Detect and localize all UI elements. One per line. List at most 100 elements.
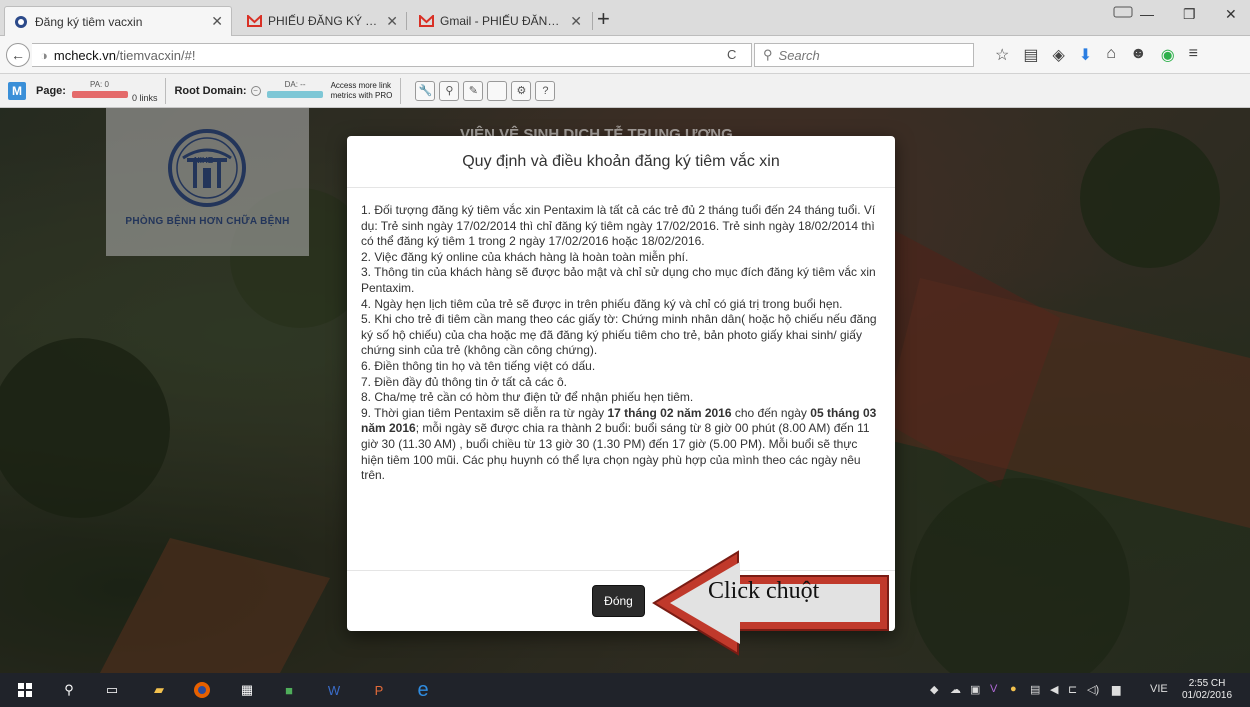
tray-volume-icon[interactable]: ◁) bbox=[1087, 683, 1099, 696]
file-explorer-icon[interactable]: ▰ bbox=[150, 681, 168, 699]
tab-divider bbox=[592, 12, 593, 30]
reading-list-icon[interactable]: ▤ bbox=[1023, 45, 1038, 65]
moz-promo-line2: metrics with PRO bbox=[330, 90, 393, 100]
root-domain-toggle[interactable]: – bbox=[250, 85, 261, 96]
moz-root-domain-label: Root Domain: bbox=[174, 84, 247, 97]
search-placeholder: Search bbox=[778, 47, 820, 63]
powerpoint-icon[interactable]: P bbox=[370, 681, 388, 699]
search-icon[interactable]: ⚲ bbox=[439, 80, 460, 101]
tab-overflow-icon[interactable] bbox=[1113, 4, 1133, 21]
dialog-body: 1. Đối tượng đăng ký tiêm vắc xin Pentax… bbox=[347, 188, 895, 484]
tab-divider bbox=[406, 12, 407, 30]
url-host: mcheck.vn bbox=[53, 47, 116, 63]
close-button[interactable]: Đóng bbox=[592, 585, 645, 617]
tray-network-icon[interactable]: ◆ bbox=[930, 683, 938, 696]
wrench-icon[interactable]: 🔧 bbox=[415, 80, 436, 101]
language-indicator[interactable]: VIE bbox=[1150, 683, 1168, 695]
highlight-icon[interactable] bbox=[487, 80, 508, 101]
calculator-icon[interactable]: ▦ bbox=[238, 681, 256, 699]
site-favicon-icon bbox=[13, 14, 29, 30]
app-icon[interactable]: ■ bbox=[280, 681, 298, 699]
new-tab-button[interactable]: + bbox=[597, 7, 610, 31]
annotation-label: Click chuột bbox=[708, 578, 820, 604]
tray-app-icon[interactable]: ▣ bbox=[970, 683, 980, 696]
divider bbox=[165, 77, 167, 104]
item9-text: ; mỗi ngày sẽ được chia ra thành 2 buổi:… bbox=[361, 421, 870, 483]
windows-start-icon[interactable] bbox=[16, 681, 34, 699]
terms-item: 4. Ngày hẹn lịch tiêm của trẻ sẽ được in… bbox=[361, 296, 843, 311]
tray-wifi-icon[interactable]: ⊏ bbox=[1068, 683, 1077, 696]
pocket-icon[interactable]: ◈ bbox=[1052, 45, 1064, 65]
clock[interactable]: 2:55 CH 01/02/2016 bbox=[1182, 678, 1232, 702]
search-icon: ⚲ bbox=[763, 47, 773, 62]
minimize-icon[interactable]: — bbox=[1140, 6, 1154, 22]
tab-label: PHIẾU ĐĂNG KÝ TIÊM VA... bbox=[268, 14, 378, 28]
tray-v-icon[interactable]: V bbox=[990, 683, 997, 695]
moz-promo-line1: Access more link bbox=[330, 80, 392, 90]
gmail-icon bbox=[246, 13, 262, 29]
tab-dang-ky-tiem-vacxin[interactable]: Đăng ký tiêm vacxin ✕ bbox=[4, 6, 232, 36]
close-tab-icon[interactable]: ✕ bbox=[570, 13, 582, 30]
chat-icon[interactable]: ☻ bbox=[1130, 45, 1147, 65]
terms-item: 1. Đối tượng đăng ký tiêm vắc xin Pentax… bbox=[361, 203, 876, 249]
pa-bar bbox=[71, 90, 128, 98]
url-bar[interactable]: ◑ mcheck.vn /tiemvacxin/#! bbox=[32, 43, 752, 67]
download-icon[interactable]: ⬇ bbox=[1079, 45, 1092, 65]
moz-tools: 🔧 ⚲ ✎ ⚙ ? bbox=[415, 80, 556, 101]
gmail-icon bbox=[418, 13, 434, 29]
dialog-header: Quy định và điều khoản đăng ký tiêm vắc … bbox=[347, 136, 895, 188]
item9-start-date: 17 tháng 02 năm 2016 bbox=[607, 405, 732, 420]
url-path: /tiemvacxin/#! bbox=[116, 47, 196, 63]
terms-item: 2. Việc đăng ký online của khách hàng là… bbox=[361, 249, 689, 264]
nihe-emblem-icon bbox=[168, 129, 246, 207]
close-tab-icon[interactable]: ✕ bbox=[386, 13, 398, 30]
reload-icon[interactable]: C bbox=[727, 47, 736, 62]
tray-unikey-icon[interactable]: ● bbox=[1010, 683, 1017, 695]
search-icon[interactable]: ⚲ bbox=[60, 681, 78, 699]
close-tab-icon[interactable]: ✕ bbox=[211, 13, 223, 30]
terms-item: 3. Thông tin của khách hàng sẽ được bảo … bbox=[361, 265, 876, 295]
terms-item: 7. Điền đầy đủ thông tin ở tất cả các ô. bbox=[361, 374, 567, 389]
moz-logo-icon[interactable]: M bbox=[8, 81, 26, 100]
tab-label: Đăng ký tiêm vacxin bbox=[35, 14, 143, 29]
restore-icon[interactable]: ❐ bbox=[1183, 6, 1196, 23]
tray-cloud-icon[interactable]: ☁ bbox=[950, 683, 961, 696]
moz-toolbar: M Page: PA: 0 0 links Root Domain: – DA:… bbox=[0, 74, 1250, 108]
gear-icon[interactable]: ⚙ bbox=[511, 80, 532, 101]
bookmark-star-icon[interactable]: ☆ bbox=[995, 45, 1009, 65]
moz-page-authority: PA: 0 bbox=[71, 80, 128, 102]
help-icon[interactable]: ? bbox=[535, 80, 556, 101]
moz-page-label: Page: bbox=[36, 84, 66, 97]
item9-text: cho đến ngày bbox=[731, 405, 811, 420]
item9-text: 9. Thời gian tiêm Pentaxim sẽ diễn ra từ… bbox=[361, 405, 608, 420]
tray-arrow-icon[interactable]: ◀ bbox=[1050, 683, 1058, 696]
site-info-icon[interactable]: ◑ bbox=[40, 48, 48, 63]
dialog-title: Quy định và điều khoản đăng ký tiêm vắc … bbox=[462, 152, 780, 170]
action-center-icon[interactable]: ▆ bbox=[1112, 683, 1120, 696]
nav-bar: ← ◑ mcheck.vn /tiemvacxin/#! C ⚲ Search … bbox=[0, 36, 1250, 74]
tab-phieu-dang-ky[interactable]: PHIẾU ĐĂNG KÝ TIÊM VA... ✕ bbox=[238, 6, 406, 36]
edge-icon[interactable]: e bbox=[414, 679, 432, 701]
toolbar-icons: ☆ ▤ ◈ ⬇ ⌂ ☻ ◉ ≡ bbox=[995, 45, 1198, 65]
firefox-icon[interactable] bbox=[193, 681, 211, 699]
tray-flag-icon[interactable]: ▤ bbox=[1030, 683, 1040, 696]
logo-badge: NIHE bbox=[194, 156, 214, 165]
tab-strip: Đăng ký tiêm vacxin ✕ PHIẾU ĐĂNG KÝ TIÊM… bbox=[0, 0, 1250, 36]
da-label: DA: -- bbox=[284, 79, 306, 89]
menu-icon[interactable]: ≡ bbox=[1189, 45, 1198, 65]
word-icon[interactable]: W bbox=[325, 681, 343, 699]
pencil-icon[interactable]: ✎ bbox=[463, 80, 484, 101]
tab-gmail[interactable]: Gmail - PHIẾU ĐĂNG KÝ T... ✕ bbox=[410, 6, 590, 36]
close-window-icon[interactable]: ✕ bbox=[1225, 6, 1237, 23]
back-button[interactable]: ← bbox=[6, 43, 30, 67]
extension-icon[interactable]: ◉ bbox=[1161, 45, 1175, 65]
moz-links-count: 0 links bbox=[131, 93, 158, 103]
clock-time: 2:55 CH bbox=[1188, 678, 1226, 689]
clock-date: 01/02/2016 bbox=[1182, 690, 1233, 701]
search-input[interactable]: ⚲ Search bbox=[754, 43, 974, 67]
da-bar bbox=[266, 90, 323, 98]
home-icon[interactable]: ⌂ bbox=[1106, 45, 1116, 65]
terms-item: 6. Điền thông tin họ và tên tiếng việt c… bbox=[361, 358, 596, 373]
task-view-icon[interactable]: ▭ bbox=[103, 681, 121, 699]
moz-promo[interactable]: Access more link metrics with PRO bbox=[331, 81, 393, 101]
